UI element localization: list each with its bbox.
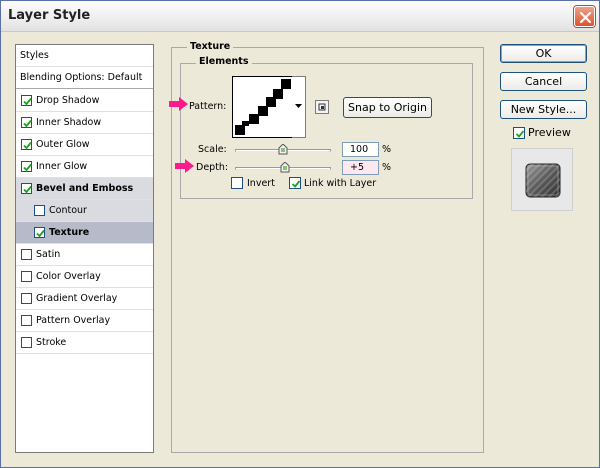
style-item-contour[interactable]: Contour xyxy=(16,200,153,222)
style-item-label: Texture xyxy=(49,227,90,238)
cancel-button[interactable]: Cancel xyxy=(500,72,587,91)
depth-input[interactable]: +5 xyxy=(342,160,379,175)
style-item-label: Satin xyxy=(36,249,61,260)
style-item-drop-shadow[interactable]: Drop Shadow xyxy=(16,90,153,112)
style-item-checkbox[interactable] xyxy=(21,161,32,172)
style-item-checkbox[interactable] xyxy=(34,227,45,238)
styles-list: Styles Blending Options: Default Drop Sh… xyxy=(15,44,154,453)
window-title: Layer Style xyxy=(8,8,91,23)
style-preview xyxy=(511,148,573,211)
scale-unit: % xyxy=(382,144,392,155)
link-with-layer-checkbox[interactable] xyxy=(289,177,301,189)
style-item-checkbox[interactable] xyxy=(34,205,45,216)
style-item-checkbox[interactable] xyxy=(21,271,32,282)
checkmark-icon xyxy=(23,185,32,194)
link-with-layer-label: Link with Layer xyxy=(304,177,377,189)
checkmark-icon xyxy=(23,141,32,150)
preview-label: Preview xyxy=(528,126,571,139)
checkmark-icon xyxy=(23,163,32,172)
style-item-checkbox[interactable] xyxy=(21,183,32,194)
new-preset-button[interactable] xyxy=(315,100,329,114)
close-icon xyxy=(579,11,592,24)
style-item-label: Pattern Overlay xyxy=(36,315,111,326)
depth-arrow-icon xyxy=(175,159,194,173)
style-item-checkbox[interactable] xyxy=(21,117,32,128)
style-item-checkbox[interactable] xyxy=(21,315,32,326)
blending-options-item[interactable]: Blending Options: Default xyxy=(16,67,153,89)
link-with-layer-option[interactable]: Link with Layer xyxy=(289,177,376,189)
style-item-label: Outer Glow xyxy=(36,139,90,150)
new-style-button[interactable]: New Style... xyxy=(500,100,587,119)
style-item-gradient-overlay[interactable]: Gradient Overlay xyxy=(16,288,153,310)
style-item-checkbox[interactable] xyxy=(21,95,32,106)
scale-label: Scale: xyxy=(198,144,227,155)
ok-button[interactable]: OK xyxy=(500,44,587,63)
style-item-texture[interactable]: Texture xyxy=(16,222,153,244)
pattern-picker[interactable] xyxy=(232,76,293,138)
checkmark-icon xyxy=(36,229,45,238)
style-item-label: Contour xyxy=(49,205,87,216)
checkmark-icon xyxy=(23,97,32,106)
style-item-label: Drop Shadow xyxy=(36,95,100,106)
preview-checkbox[interactable] xyxy=(513,126,525,139)
style-item-checkbox[interactable] xyxy=(21,139,32,150)
texture-group-title: Texture xyxy=(187,41,234,52)
scale-input[interactable]: 100 xyxy=(342,142,379,157)
style-item-checkbox[interactable] xyxy=(21,249,32,260)
style-item-label: Color Overlay xyxy=(36,271,101,282)
style-item-outer-glow[interactable]: Outer Glow xyxy=(16,134,153,156)
pattern-label: Pattern: xyxy=(189,101,227,112)
pattern-dropdown-button[interactable] xyxy=(292,76,306,138)
pattern-thumbnail xyxy=(235,79,291,135)
checkmark-icon xyxy=(23,119,32,128)
pattern-arrow-icon xyxy=(169,97,188,111)
style-item-inner-shadow[interactable]: Inner Shadow xyxy=(16,112,153,134)
style-preview-thumbnail xyxy=(525,163,561,198)
blending-options-label: Blending Options: Default xyxy=(20,72,143,83)
new-preset-icon xyxy=(318,103,326,111)
elements-group-title: Elements xyxy=(196,56,252,67)
style-item-label: Inner Shadow xyxy=(36,117,102,128)
style-item-satin[interactable]: Satin xyxy=(16,244,153,266)
depth-unit: % xyxy=(382,162,392,173)
style-item-checkbox[interactable] xyxy=(21,337,32,348)
chevron-down-icon xyxy=(295,104,302,108)
style-item-label: Gradient Overlay xyxy=(36,293,118,304)
style-item-label: Bevel and Emboss xyxy=(36,183,134,194)
style-item-checkbox[interactable] xyxy=(21,293,32,304)
title-bar[interactable]: Layer Style xyxy=(1,1,599,32)
close-button[interactable] xyxy=(574,6,595,27)
checkmark-icon xyxy=(291,180,301,188)
invert-checkbox[interactable] xyxy=(231,177,243,189)
style-item-label: Stroke xyxy=(36,337,67,348)
style-item-color-overlay[interactable]: Color Overlay xyxy=(16,266,153,288)
invert-label: Invert xyxy=(247,177,275,189)
style-item-inner-glow[interactable]: Inner Glow xyxy=(16,156,153,178)
scale-slider-thumb[interactable] xyxy=(278,144,288,155)
snap-to-origin-button[interactable]: Snap to Origin xyxy=(343,97,432,118)
depth-slider-thumb[interactable] xyxy=(280,162,290,173)
style-item-bevel-and-emboss[interactable]: Bevel and Emboss xyxy=(16,178,153,200)
checkmark-icon xyxy=(515,129,525,138)
styles-header[interactable]: Styles xyxy=(16,45,153,67)
preview-option[interactable]: Preview xyxy=(513,126,571,139)
style-item-stroke[interactable]: Stroke xyxy=(16,332,153,354)
style-item-pattern-overlay[interactable]: Pattern Overlay xyxy=(16,310,153,332)
depth-label: Depth: xyxy=(196,162,229,173)
style-item-label: Inner Glow xyxy=(36,161,88,172)
styles-header-label: Styles xyxy=(20,50,49,61)
layer-style-dialog: Layer Style Styles Blending Options: Def… xyxy=(0,0,600,468)
invert-option[interactable]: Invert xyxy=(231,177,275,189)
